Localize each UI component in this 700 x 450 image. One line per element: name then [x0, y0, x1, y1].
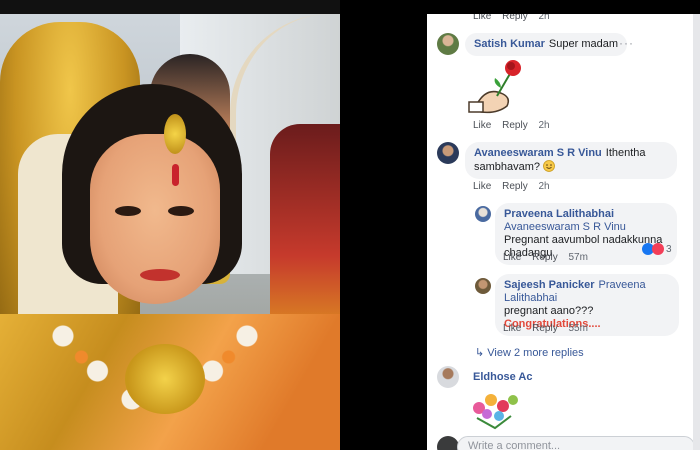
- avatar[interactable]: [475, 278, 491, 294]
- photo-pane: [0, 0, 340, 450]
- view-more-label: View 2 more replies: [487, 347, 584, 359]
- commenter-name[interactable]: Sajeesh Panicker: [504, 279, 595, 291]
- photo-lips: [140, 269, 180, 281]
- avatar[interactable]: [437, 366, 459, 388]
- photo-bindi: [172, 164, 179, 186]
- comment-input-placeholder: Write a comment...: [468, 440, 561, 450]
- flower-bouquet-sticker: [473, 394, 518, 430]
- post-photo[interactable]: [0, 14, 340, 450]
- scrollbar-track[interactable]: [693, 14, 700, 450]
- like-link[interactable]: Like: [503, 323, 521, 334]
- comment-time: 2h: [538, 120, 550, 131]
- smile-emoji-icon: [543, 160, 556, 172]
- post-viewer: Like Reply 2h Satish Kumar Super madam ··…: [0, 0, 700, 450]
- photo-top-bar: [0, 0, 340, 14]
- view-more-replies-link[interactable]: ↳ View 2 more replies: [475, 346, 584, 359]
- reply-link[interactable]: Reply: [502, 181, 528, 192]
- commenter-name[interactable]: Praveena Lalithabhai: [504, 208, 614, 220]
- pane-gap: [340, 14, 427, 450]
- photo-necklace: [125, 344, 205, 414]
- reply-link[interactable]: Reply: [532, 252, 558, 263]
- reaction-summary[interactable]: 3: [642, 243, 672, 255]
- comment-time: 55m: [568, 323, 588, 334]
- reply-arrow-icon: ↳: [475, 347, 485, 359]
- comment-bubble: Satish Kumar Super madam: [465, 33, 628, 56]
- reply-actions: Like Reply 57m: [503, 252, 596, 263]
- previous-comment-actions: Like Reply 2h: [473, 14, 558, 22]
- current-user-avatar: [437, 436, 459, 450]
- like-link[interactable]: Like: [473, 14, 491, 22]
- comment-bubble: Avaneeswaram S R Vinu Ithentha sambhavam?: [465, 142, 677, 179]
- reply-link[interactable]: Reply: [502, 14, 528, 22]
- like-link[interactable]: Like: [473, 181, 491, 192]
- love-reaction-icon: [652, 243, 664, 255]
- comments-pane: Like Reply 2h Satish Kumar Super madam ··…: [427, 14, 700, 450]
- reply-actions: Like Reply 55m: [503, 323, 596, 334]
- comment-text: pregnant aano???: [504, 305, 594, 317]
- comment-text: Super madam: [548, 38, 619, 50]
- comment-time: 2h: [538, 14, 550, 22]
- photo-maang-tikka: [164, 114, 186, 154]
- reply-link[interactable]: Reply: [532, 323, 558, 334]
- like-link[interactable]: Like: [473, 120, 491, 131]
- commenter-name[interactable]: Eldhose Ac: [473, 371, 533, 383]
- mention-link[interactable]: Avaneeswaram S R Vinu: [504, 221, 626, 233]
- avatar[interactable]: [437, 142, 459, 164]
- avatar[interactable]: [437, 33, 459, 55]
- reply-link[interactable]: Reply: [502, 120, 528, 131]
- photo-eye-left: [115, 206, 141, 216]
- comment-input[interactable]: Write a comment...: [457, 436, 695, 450]
- photo-eye-right: [168, 206, 194, 216]
- commenter-name[interactable]: Satish Kumar: [474, 38, 545, 50]
- comment-actions: Like Reply 2h: [473, 181, 558, 192]
- comment-time: 57m: [568, 252, 588, 263]
- rose-hand-sticker: [468, 60, 521, 114]
- comment-time: 2h: [538, 181, 550, 192]
- more-options-icon[interactable]: ···: [619, 36, 634, 50]
- like-link[interactable]: Like: [503, 252, 521, 263]
- top-strip: [340, 0, 700, 14]
- avatar[interactable]: [475, 206, 491, 222]
- comment-actions: Like Reply 2h: [473, 120, 558, 131]
- reaction-count: 3: [666, 243, 672, 255]
- commenter-name[interactable]: Avaneeswaram S R Vinu: [474, 147, 602, 159]
